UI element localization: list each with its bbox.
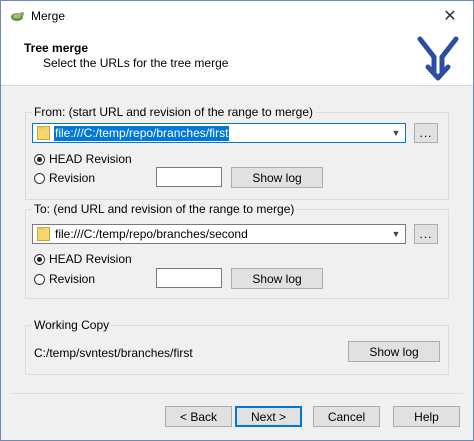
working-copy-show-log-button[interactable]: Show log bbox=[348, 341, 440, 362]
to-head-revision-label: HEAD Revision bbox=[49, 252, 132, 266]
from-group-label: From: (start URL and revision of the ran… bbox=[32, 105, 315, 119]
title-bar: Merge ✕ bbox=[1, 1, 473, 31]
page-subtitle: Select the URLs for the tree merge bbox=[43, 56, 229, 70]
from-head-revision-label: HEAD Revision bbox=[49, 152, 132, 166]
page-title: Tree merge bbox=[24, 41, 89, 55]
to-show-log-button[interactable]: Show log bbox=[231, 268, 323, 289]
to-revision-input[interactable] bbox=[156, 268, 222, 288]
help-button[interactable]: Help bbox=[393, 406, 460, 427]
to-url-combobox[interactable]: file:///C:/temp/repo/branches/second ▼ bbox=[32, 224, 406, 244]
wizard-header: Tree merge Select the URLs for the tree … bbox=[1, 31, 473, 86]
merge-dialog: Merge ✕ Tree merge Select the URLs for t… bbox=[0, 0, 474, 441]
from-revision-label: Revision bbox=[49, 171, 96, 185]
cancel-button[interactable]: Cancel bbox=[313, 406, 380, 427]
radio-unchecked-icon[interactable] bbox=[34, 273, 45, 285]
back-button[interactable]: < Back bbox=[165, 406, 232, 427]
from-head-revision-radio[interactable]: HEAD Revision bbox=[34, 152, 132, 166]
from-browse-button[interactable]: ... bbox=[414, 123, 438, 143]
window-title: Merge bbox=[31, 9, 66, 23]
to-revision-radio[interactable]: Revision bbox=[34, 272, 95, 286]
chevron-down-icon[interactable]: ▼ bbox=[390, 126, 402, 140]
from-revision-radio[interactable]: Revision bbox=[34, 171, 95, 185]
footer-divider bbox=[11, 393, 463, 394]
merge-arrow-icon bbox=[417, 36, 459, 81]
from-url-text: file:///C:/temp/repo/branches/first bbox=[54, 126, 230, 141]
working-copy-label: Working Copy bbox=[32, 318, 112, 332]
to-head-revision-radio[interactable]: HEAD Revision bbox=[34, 252, 132, 266]
tortoise-app-icon bbox=[11, 12, 24, 21]
folder-icon bbox=[37, 126, 50, 140]
close-icon: ✕ bbox=[443, 8, 457, 25]
working-copy-group: Working Copy C:/temp/svntest/branches/fi… bbox=[25, 318, 449, 375]
radio-unchecked-icon[interactable] bbox=[34, 172, 45, 184]
to-browse-button[interactable]: ... bbox=[414, 224, 438, 244]
from-group: From: (start URL and revision of the ran… bbox=[25, 105, 449, 200]
radio-checked-icon[interactable] bbox=[34, 253, 45, 265]
close-button[interactable]: ✕ bbox=[427, 1, 473, 31]
folder-icon bbox=[37, 227, 50, 241]
next-button[interactable]: Next > bbox=[235, 406, 302, 427]
to-url-text: file:///C:/temp/repo/branches/second bbox=[55, 227, 248, 241]
to-revision-label: Revision bbox=[49, 272, 96, 286]
to-group-label: To: (end URL and revision of the range t… bbox=[32, 202, 297, 216]
chevron-down-icon[interactable]: ▼ bbox=[390, 227, 402, 241]
from-url-combobox[interactable]: file:///C:/temp/repo/branches/first ▼ bbox=[32, 123, 406, 143]
to-group: To: (end URL and revision of the range t… bbox=[25, 202, 449, 299]
working-copy-path: C:/temp/svntest/branches/first bbox=[34, 346, 193, 360]
from-show-log-button[interactable]: Show log bbox=[231, 167, 323, 188]
from-revision-input[interactable] bbox=[156, 167, 222, 187]
radio-checked-icon[interactable] bbox=[34, 153, 45, 165]
